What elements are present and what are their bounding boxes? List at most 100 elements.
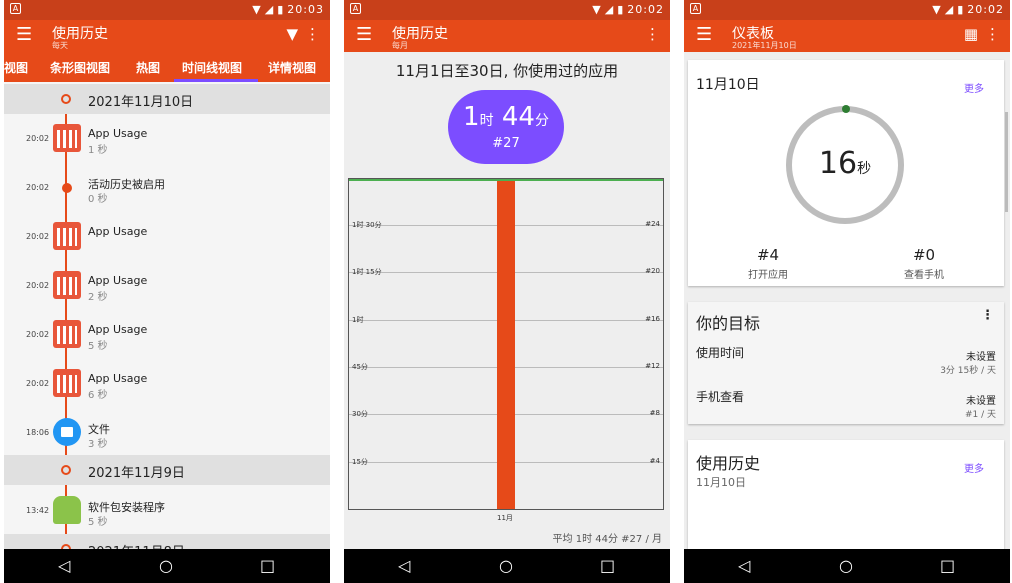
timeline-item[interactable]: 20:02 App Usage (4, 212, 330, 261)
back-icon[interactable]: ◁ (58, 556, 70, 575)
app-usage-icon (53, 222, 81, 250)
history-title: 使用历史 (696, 454, 761, 473)
home-icon[interactable]: ○ (839, 556, 853, 575)
goal-detail: 3分 15秒 / 天 (940, 366, 996, 376)
scrollbar[interactable] (1005, 112, 1008, 212)
item-name: App Usage (88, 372, 148, 385)
card-date: 11月10日 (696, 77, 760, 93)
timeline-item[interactable]: 13:42 软件包安装程序 5 秒 (4, 486, 330, 535)
view-tabs: 视图 条形图视图 热图 时间线视图 详情视图 (4, 52, 330, 82)
app-usage-icon (53, 369, 81, 397)
recent-apps-icon[interactable]: □ (940, 556, 955, 575)
wifi-icon: ▼ (252, 3, 262, 16)
tab-heatmap[interactable]: 热图 (136, 59, 160, 76)
phone-timeline: A ▼ ◢ ▮ 20:03 ☰ 使用历史 每天 ▼ ⋮ 视图 条形图视图 热图 时间线… (4, 0, 330, 583)
app-usage-icon (53, 271, 81, 299)
day-label: 2021年11月8日 (88, 541, 185, 549)
today-card: 11月10日 更多 16秒 #4 打开应用 #0 查看手机 (688, 60, 1004, 286)
total-usage-badge[interactable]: 1时 44分 #27 (448, 90, 564, 164)
opens-label: 打开应用 (748, 270, 788, 281)
y-tick-label: 1时 15分 (352, 268, 382, 277)
day-header: 2021年11月8日 (4, 534, 330, 549)
battery-icon: ▮ (277, 3, 285, 16)
tab-view[interactable]: 视图 (4, 59, 28, 76)
more-link[interactable]: 更多 (964, 80, 984, 95)
y-tick-label: 30分 (352, 410, 368, 419)
menu-icon[interactable]: ☰ (16, 26, 32, 44)
checks-value: #0 (912, 246, 936, 264)
day-header: 2021年11月10日 (4, 84, 330, 114)
usage-rank: #27 (492, 136, 520, 151)
wifi-icon: ▼ (592, 3, 602, 16)
x-tick-label: 11月 (497, 514, 513, 522)
clock: 20:02 (967, 3, 1004, 16)
overflow-menu-icon[interactable]: ⋮ (985, 25, 1000, 43)
nav-bar: ◁ ○ □ (344, 549, 670, 583)
timeline-item[interactable]: 20:02 App Usage 2 秒 (4, 261, 330, 310)
timeline-item[interactable]: 18:06 文件 3 秒 (4, 408, 330, 457)
y-tick-label: 15分 (352, 457, 368, 466)
overflow-menu-icon[interactable]: ⋮ (305, 25, 320, 43)
dashboard-content[interactable]: 11月10日 更多 16秒 #4 打开应用 #0 查看手机 你的目标 ⋮ 使用时… (684, 52, 1010, 560)
clock: 20:03 (287, 3, 324, 16)
status-bar: A ▼ ◢ ▮ 20:02 (344, 0, 670, 20)
goal-detail: #1 / 天 (964, 410, 996, 420)
home-icon[interactable]: ○ (499, 556, 513, 575)
recent-apps-icon[interactable]: □ (600, 556, 615, 575)
more-link[interactable]: 更多 (964, 460, 984, 475)
app-bar: ☰ 仪表板 2021年11月10日 ▦ ⋮ (684, 20, 1010, 52)
tab-bar-chart[interactable]: 条形图视图 (50, 59, 110, 76)
timeline-item[interactable]: 20:02 App Usage 1 秒 (4, 114, 330, 163)
y-rank-tick-label: #8 (649, 409, 660, 418)
y-tick-label: 45分 (352, 363, 368, 372)
nav-bar: ◁ ○ □ (684, 549, 1010, 583)
total-minutes: 44 (501, 102, 535, 132)
minute-unit: 分 (534, 113, 549, 129)
clock: 20:02 (627, 3, 664, 16)
filter-icon[interactable]: ▼ (286, 25, 298, 43)
y-rank-tick-label: #16 (645, 314, 660, 323)
ring-knob (842, 105, 850, 113)
item-time: 20:02 (26, 134, 50, 143)
back-icon[interactable]: ◁ (738, 556, 750, 575)
chart-bar[interactable] (497, 181, 515, 509)
tab-timeline[interactable]: 时间线视图 (182, 59, 242, 76)
timeline-list[interactable]: 2021年11月10日 20:02 App Usage 1 秒 20:02 活动… (4, 82, 330, 549)
calendar-icon[interactable]: ▦ (964, 25, 978, 43)
item-duration: 5 秒 (88, 517, 108, 528)
day-label: 2021年11月9日 (88, 466, 185, 481)
page-subtitle: 2021年11月10日 (732, 41, 797, 50)
day-header: 2021年11月9日 (4, 455, 330, 485)
usage-value: 16 (818, 146, 858, 181)
menu-icon[interactable]: ☰ (356, 26, 372, 44)
recent-apps-icon[interactable]: □ (260, 556, 275, 575)
item-duration: 0 秒 (88, 194, 108, 205)
app-bar: ☰ 使用历史 每天 ▼ ⋮ (4, 20, 330, 52)
battery-icon: ▮ (617, 3, 625, 16)
usage-bar-chart[interactable]: 1时 30分 #24 1时 15分 #20 1时 #16 45分 #12 30分 #8 15分 #4 (348, 178, 664, 510)
signal-icon: ◢ (944, 3, 955, 16)
item-duration: 1 秒 (88, 145, 108, 156)
timeline-item[interactable]: 20:02 App Usage 5 秒 (4, 310, 330, 359)
overflow-menu-icon[interactable]: ⋮ (645, 25, 660, 43)
goal-state[interactable]: 未设置 (966, 392, 996, 407)
back-icon[interactable]: ◁ (398, 556, 410, 575)
goals-menu-icon[interactable]: ⋮ (981, 308, 994, 323)
item-time: 13:42 (26, 506, 50, 515)
timeline-item[interactable]: 20:02 App Usage 6 秒 (4, 359, 330, 408)
app-usage-icon (53, 320, 81, 348)
event-dot-icon (62, 183, 72, 193)
y-rank-tick-label: #24 (645, 220, 660, 229)
usage-progress-ring: 16秒 (786, 105, 904, 224)
notification-icon: A (690, 3, 701, 14)
item-name: App Usage (88, 127, 148, 140)
tab-details[interactable]: 详情视图 (268, 59, 316, 76)
home-icon[interactable]: ○ (159, 556, 173, 575)
signal-icon: ◢ (264, 3, 275, 16)
goal-state[interactable]: 未设置 (966, 348, 996, 363)
menu-icon[interactable]: ☰ (696, 26, 712, 44)
app-usage-icon (53, 124, 81, 152)
timeline-item[interactable]: 20:02 活动历史被启用 0 秒 (4, 163, 330, 212)
goals-title: 你的目标 (696, 314, 761, 333)
average-summary: 平均 1时 44分 #27 / 月 (552, 534, 662, 545)
